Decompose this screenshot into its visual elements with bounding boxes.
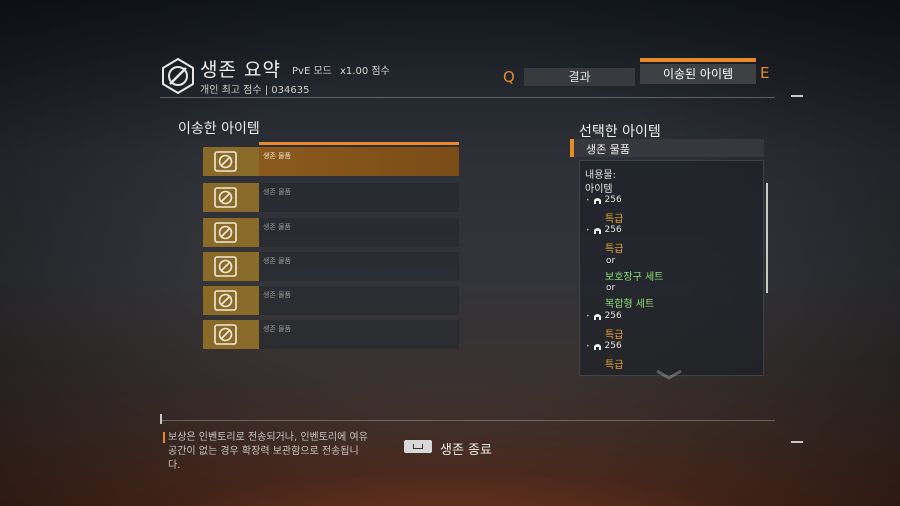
item-icon-box (203, 286, 259, 315)
contents-label: 내용물: (585, 170, 616, 181)
selected-item-title: 선택한 아이템 (579, 124, 661, 140)
game-mode-label: PvE 모드 (292, 66, 332, 77)
quality-label: 특급 (605, 244, 624, 255)
or-label: or (606, 256, 616, 266)
gear-score-icon (593, 227, 601, 234)
quality-label: 특급 (605, 214, 624, 225)
supply-crate-icon (214, 151, 237, 172)
spacebar-key-icon (404, 440, 432, 453)
bullet-icon: • (586, 342, 590, 350)
quality-label: 특급 (605, 330, 624, 341)
supply-crate-icon (214, 290, 237, 311)
item-icon-box (203, 183, 259, 212)
selected-item-name: 생존 물품 (586, 143, 630, 156)
page-title: 생존 요약 (200, 59, 281, 81)
item-row[interactable]: 생존 물품 (203, 286, 459, 315)
item-icon-box (203, 320, 259, 349)
item-label: 생존 물품 (263, 257, 291, 265)
gear-score-value: 256 (604, 341, 622, 351)
supply-crate-icon (214, 187, 237, 208)
selected-item-indicator (259, 142, 459, 145)
item-label: 생존 물품 (263, 188, 291, 196)
item-label: 생존 물품 (263, 223, 291, 231)
quality-label: 특급 (605, 360, 624, 371)
scroll-down-chevron-icon[interactable] (654, 368, 684, 380)
item-label: 생존 물품 (263, 152, 291, 160)
moved-items-title: 이송한 아이템 (178, 121, 260, 137)
item-icon-box (203, 252, 259, 281)
item-icon-box (203, 218, 259, 247)
gear-score-icon (593, 343, 601, 350)
gear-score-icon (593, 313, 601, 320)
tab-moved-items[interactable]: 이송된 아이템 (640, 64, 756, 84)
gear-set-label: 복합형 세트 (605, 299, 655, 310)
item-row[interactable]: 생존 물품 (203, 252, 459, 281)
active-tab-indicator (640, 58, 756, 62)
item-row[interactable]: 생존 물품 (203, 147, 459, 176)
gear-set-label: 보호장구 세트 (605, 272, 664, 283)
gear-score-entry: • 256 (586, 341, 622, 351)
bullet-icon: • (586, 312, 590, 320)
supply-crate-icon (214, 222, 237, 243)
gear-score-value: 256 (604, 225, 622, 235)
survival-emblem-icon (162, 58, 194, 94)
supply-crate-icon (214, 324, 237, 345)
item-row[interactable]: 생존 물품 (203, 218, 459, 247)
score-multiplier: x1.00 점수 (340, 66, 390, 77)
gear-score-value: 256 (604, 311, 622, 321)
gear-score-value: 256 (604, 195, 622, 205)
contents-scrollbar[interactable] (766, 183, 768, 293)
gear-score-icon (593, 197, 601, 204)
selected-item-accent (570, 139, 574, 157)
gear-score-entry: • 256 (586, 311, 622, 321)
items-label: 아이템 (585, 184, 613, 195)
tab-next-key: E (760, 64, 770, 82)
reward-transfer-note: 보상은 인벤토리로 전송되거나, 인벤토리에 여유 공간이 없는 경우 확장력 … (168, 432, 368, 471)
footer-divider-end (791, 441, 803, 443)
exit-survival-button[interactable]: 생존 종료 (440, 439, 492, 458)
note-accent (163, 432, 165, 443)
tab-prev-key: Q (503, 68, 515, 86)
gear-score-entry: • 256 (586, 225, 622, 235)
or-label: or (606, 283, 616, 293)
tab-result[interactable]: 결과 (524, 68, 635, 86)
gear-score-entry: • 256 (586, 195, 622, 205)
header-divider (160, 97, 775, 98)
item-row[interactable]: 생존 물품 (203, 183, 459, 212)
bullet-icon: • (586, 196, 590, 204)
item-label: 생존 물품 (263, 291, 291, 299)
item-icon-box (203, 147, 259, 176)
header-divider-end (791, 95, 803, 97)
item-row[interactable]: 생존 물품 (203, 320, 459, 349)
supply-crate-icon (214, 256, 237, 277)
footer-tick (160, 414, 162, 424)
footer-divider (160, 420, 775, 421)
personal-best-score: 개인 최고 점수 | 034635 (200, 85, 310, 96)
bullet-icon: • (586, 226, 590, 234)
item-label: 생존 물품 (263, 325, 291, 333)
